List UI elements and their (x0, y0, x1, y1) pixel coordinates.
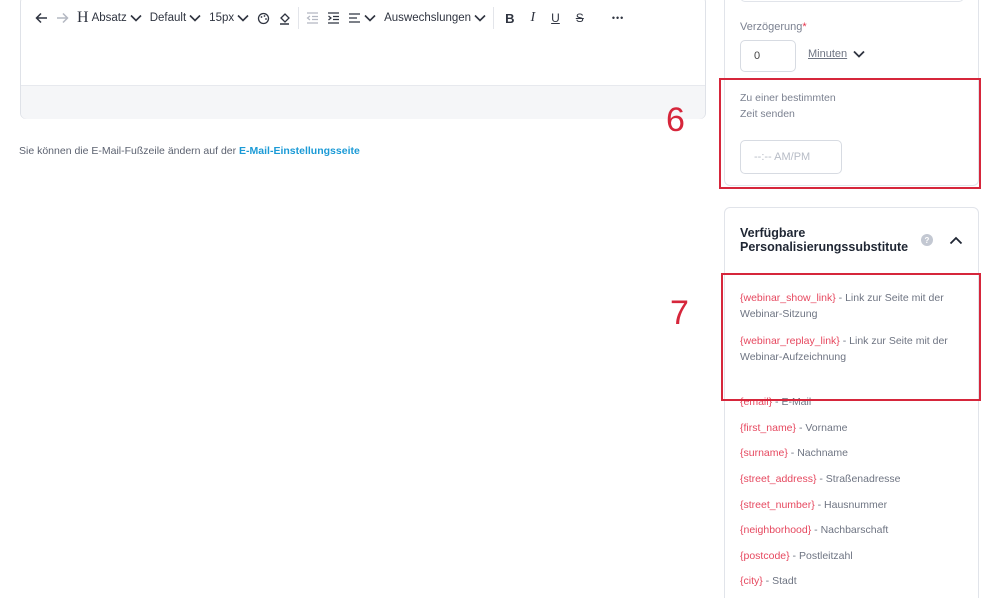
annotation-number-6: 6 (666, 101, 685, 139)
list-item: {street_address} - Straßenadresse (740, 473, 901, 485)
heading-icon: H (77, 9, 89, 26)
toolbar-divider (493, 7, 495, 29)
indent-button[interactable] (323, 6, 344, 30)
italic-button[interactable]: I (522, 6, 543, 30)
chevron-down-icon (853, 50, 865, 58)
italic-icon: I (530, 10, 536, 25)
footer-settings-note: Sie können die E-Mail-Fußzeile ändern au… (19, 145, 360, 157)
paragraph-style-dropdown[interactable]: H Absatz (73, 6, 146, 30)
more-options-button[interactable]: ••• (608, 6, 628, 30)
indent-icon (328, 12, 340, 24)
editor-toolbar: H Absatz Default 15px Auswechslungen B I… (21, 0, 705, 39)
outdent-icon (306, 12, 319, 24)
previous-field-edge (740, 0, 964, 2)
email-settings-link[interactable]: E-Mail-Einstellungsseite (239, 145, 360, 157)
undo-button[interactable] (31, 6, 52, 30)
redo-button[interactable] (52, 6, 73, 30)
bold-button[interactable]: B (497, 6, 522, 30)
chevron-down-icon (364, 14, 376, 22)
email-editor: H Absatz Default 15px Auswechslungen B I… (20, 0, 706, 119)
delay-unit-select[interactable]: Minuten (808, 48, 865, 60)
font-family-dropdown[interactable]: Default (146, 6, 205, 30)
replacements-dropdown[interactable]: Auswechslungen (380, 6, 490, 30)
list-item: {city} - Stadt (740, 575, 797, 587)
strikethrough-icon: S (575, 11, 584, 25)
list-item: {postcode} - Postleitzahl (740, 550, 853, 562)
paint-bucket-icon (280, 12, 291, 25)
help-icon[interactable]: ? (921, 234, 933, 246)
align-left-icon (349, 13, 361, 23)
underline-icon: U (551, 11, 560, 25)
annotation-box-7 (721, 273, 981, 401)
strikethrough-button[interactable]: S (568, 6, 592, 30)
background-color-button[interactable] (274, 6, 295, 30)
list-item: {neighborhood} - Nachbarschaft (740, 524, 889, 536)
toolbar-divider (298, 7, 300, 29)
chevron-up-icon[interactable] (949, 236, 963, 245)
font-size-dropdown[interactable]: 15px (205, 6, 253, 30)
list-item: {first_name} - Vorname (740, 422, 848, 434)
chevron-down-icon (189, 14, 201, 22)
annotation-box-6 (719, 78, 981, 189)
editor-content-area[interactable] (21, 39, 705, 85)
more-icon: ••• (611, 13, 625, 23)
palette-icon (257, 12, 270, 24)
outdent-button[interactable] (302, 6, 323, 30)
annotation-number-7: 7 (670, 294, 689, 332)
delay-label: Verzögerung* (740, 21, 807, 33)
chevron-down-icon (130, 14, 142, 22)
editor-footer-bar (21, 85, 705, 119)
underline-button[interactable]: U (543, 6, 568, 30)
delay-value-input[interactable]: 0 (740, 40, 796, 72)
arrow-right-icon (57, 12, 69, 24)
bold-icon: B (505, 10, 515, 26)
chevron-down-icon (237, 14, 249, 22)
list-item: {street_number} - Hausnummer (740, 499, 888, 511)
personalization-title: Verfügbare Personalisierungssubstitute (740, 226, 909, 254)
text-color-button[interactable] (253, 6, 274, 30)
chevron-down-icon (474, 14, 486, 22)
align-dropdown[interactable] (344, 6, 380, 30)
list-item: {surname} - Nachname (740, 447, 848, 459)
arrow-left-icon (35, 12, 47, 24)
